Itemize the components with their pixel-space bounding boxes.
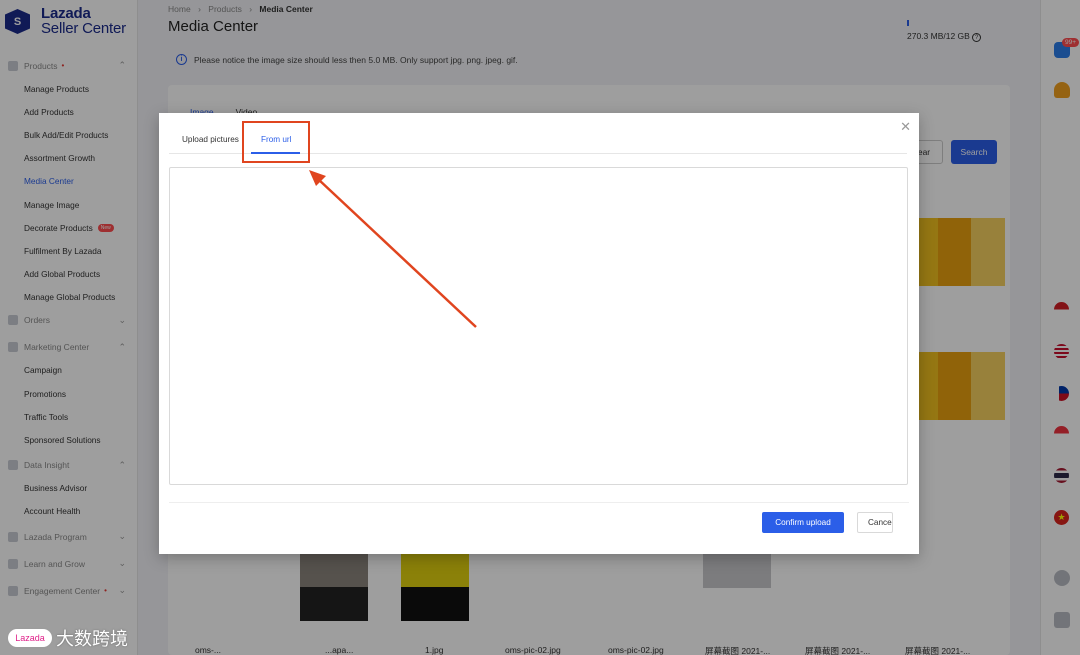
watermark-text: 大数跨境	[56, 629, 128, 649]
watermark-logo: Lazada	[8, 629, 52, 647]
annotation-arrow	[309, 170, 477, 328]
watermark: Lazada 大数跨境	[8, 625, 128, 651]
